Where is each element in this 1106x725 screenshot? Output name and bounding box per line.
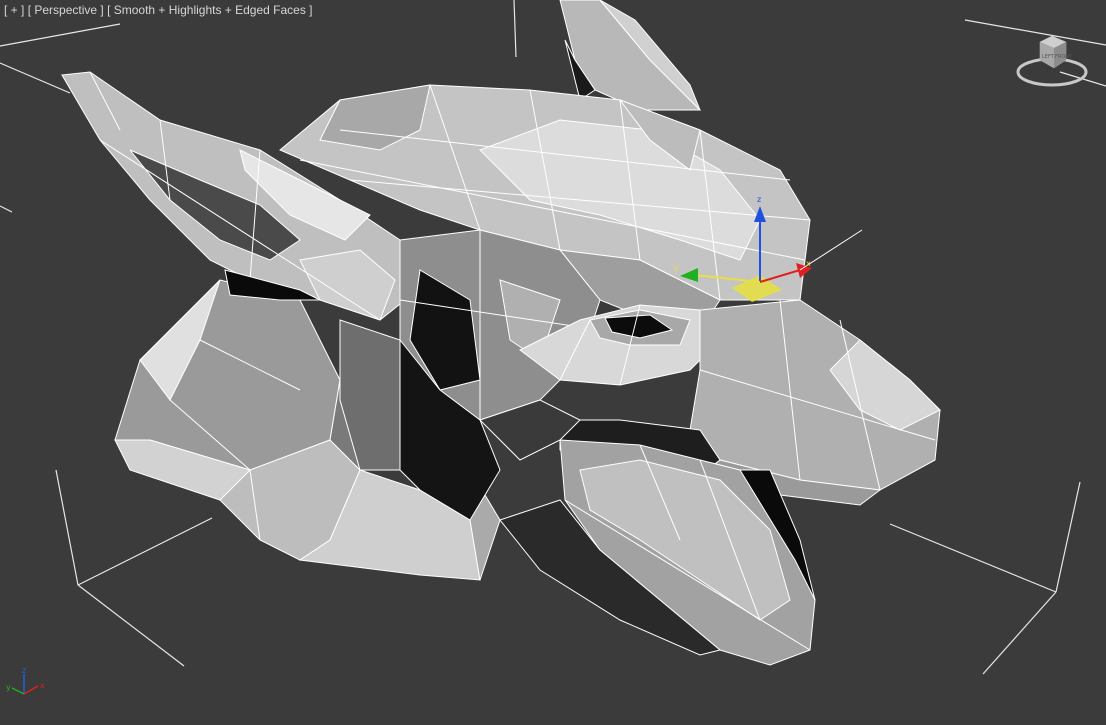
scene-canvas[interactable]: z y x [0,0,1106,725]
viewcube-front-label: FRONT [1055,54,1073,60]
perspective-viewport[interactable]: [ + ] [ Perspective ] [ Smooth + Highlig… [0,0,1106,725]
tripod-z-label: z [22,666,26,675]
mesh-right-ear[interactable] [559,0,702,111]
axis-tripod-icon: z x y [6,666,45,695]
gizmo-x-label: x [806,259,811,268]
viewcube-icon[interactable]: LEFT FRONT [1014,30,1090,92]
tripod-x-label: x [40,681,45,690]
gizmo-y-label: y [674,263,679,272]
viewcube-left-label: LEFT [1042,54,1055,60]
tripod-y-label: y [6,683,11,692]
gizmo-z-label: z [757,195,761,204]
mesh-lower-jaw[interactable] [499,439,816,666]
